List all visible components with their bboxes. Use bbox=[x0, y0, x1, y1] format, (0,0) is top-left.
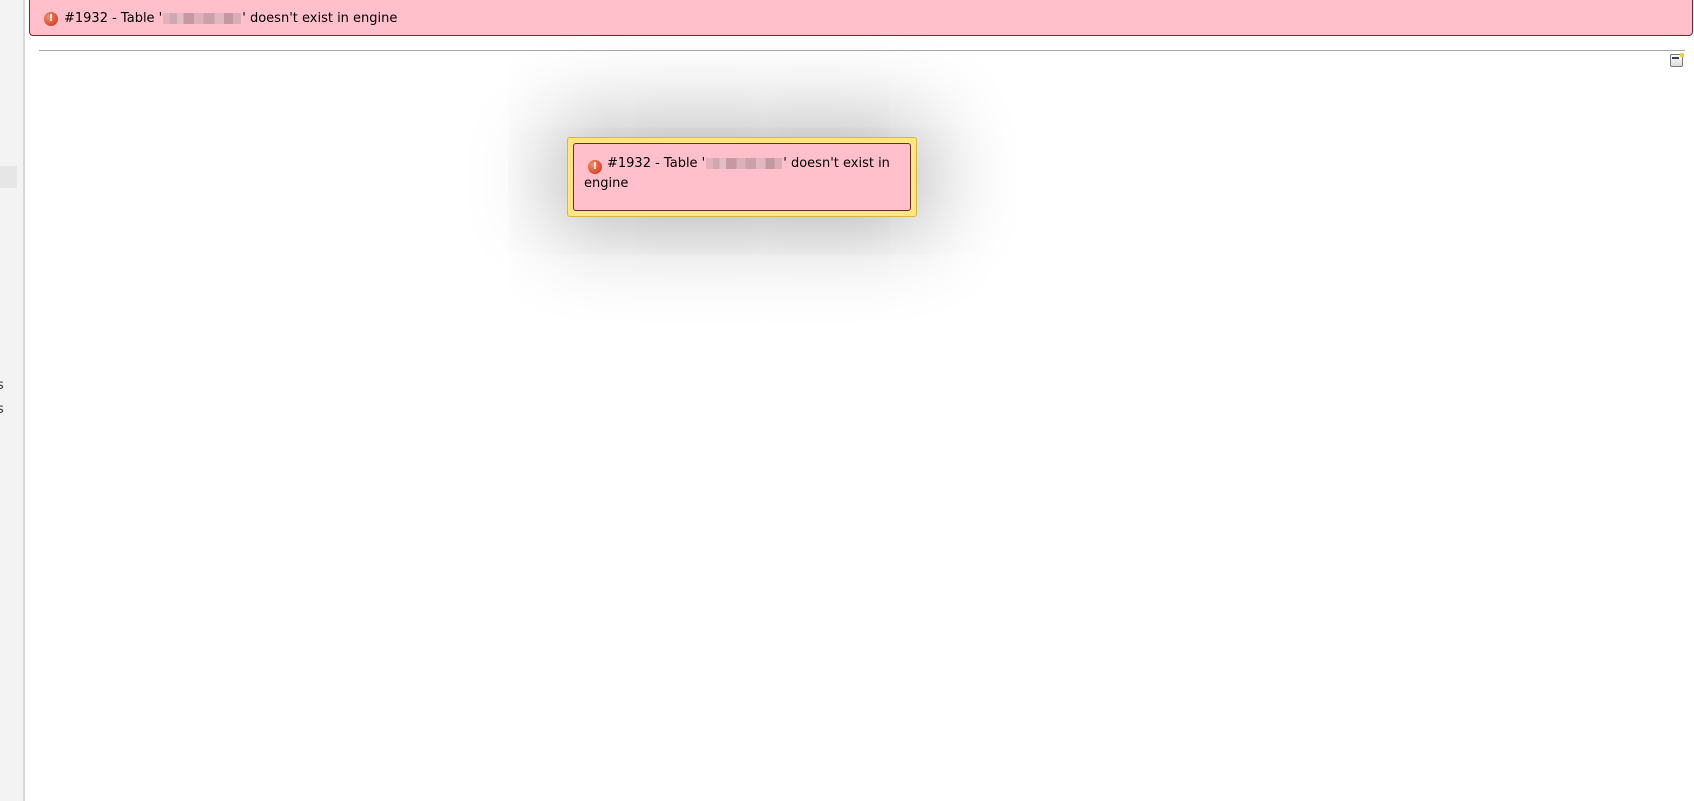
window-toggle-icon[interactable] bbox=[1670, 53, 1684, 67]
navigation-sidebar: s s bbox=[0, 0, 25, 801]
error-message: #1932 - Table ' ' doesn't exist in engine bbox=[64, 11, 397, 26]
error-icon: ! bbox=[44, 11, 58, 26]
error-message-suffix: ' doesn't exist in engine bbox=[242, 11, 398, 26]
error-message-prefix: #1932 - Table ' bbox=[64, 11, 163, 26]
redacted-table-name bbox=[163, 13, 242, 24]
error-dialog-message-box: ! #1932 - Table ' ' doesn't exist in engin… bbox=[573, 143, 911, 211]
top-error-banner: ! #1932 - Table ' ' doesn't exist in engi… bbox=[29, 0, 1693, 36]
sidebar-item-label[interactable]: s bbox=[0, 402, 4, 417]
sidebar-selected-item[interactable] bbox=[0, 166, 17, 188]
dialog-message-prefix: #1932 - Table ' bbox=[607, 156, 706, 171]
error-icon: ! bbox=[588, 160, 602, 174]
redacted-table-name bbox=[706, 158, 783, 169]
sidebar-item-label[interactable]: s bbox=[0, 378, 4, 393]
error-dialog: ! #1932 - Table ' ' doesn't exist in engin… bbox=[567, 137, 917, 217]
divider bbox=[39, 50, 1685, 51]
